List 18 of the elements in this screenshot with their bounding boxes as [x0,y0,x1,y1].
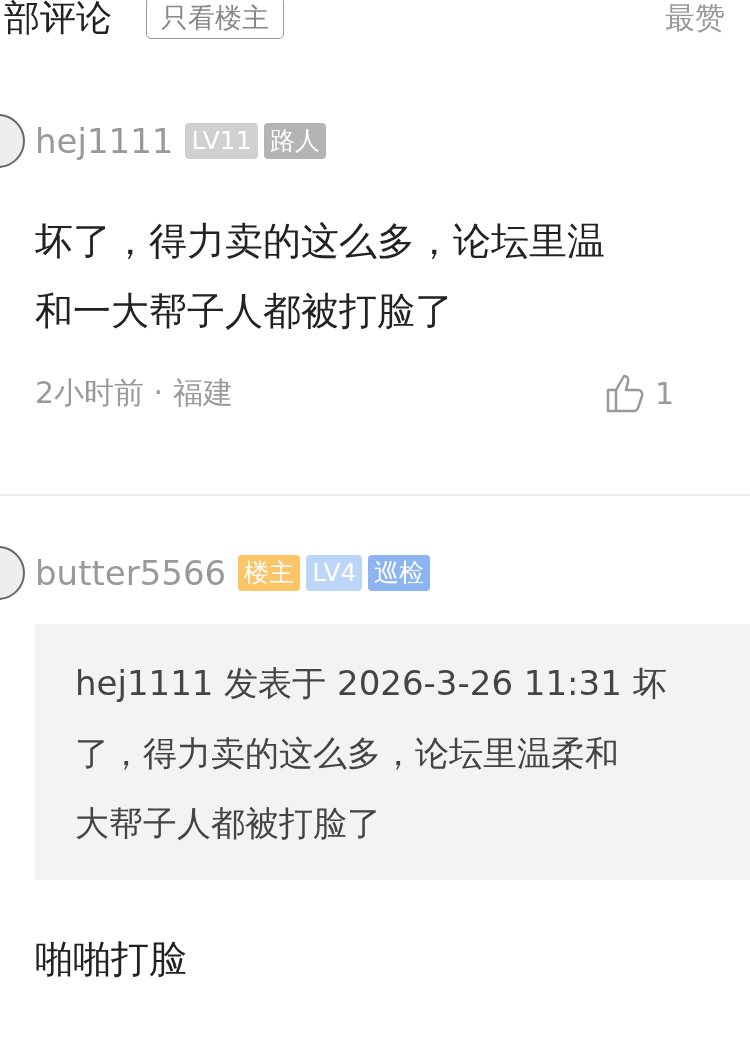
user-badge: 巡检 [368,555,431,591]
user-badge: 楼主 [238,555,301,591]
quote-text: hej1111 发表于 2026-3-26 11:31 坏 [75,662,668,705]
quote-text: 了，得力卖的这么多，论坛里温柔和 [75,732,620,775]
user-badge: 路人 [263,123,326,159]
username[interactable]: butter5566 [35,553,227,593]
thumbs-up-icon[interactable] [604,372,645,414]
user-badge: LV4 [306,555,363,591]
quote-text: 大帮子人都被打脸了 [75,802,382,845]
sort-option[interactable]: 最赞 [665,0,725,39]
section-title: 部评论 [4,0,112,40]
like-count: 1 [654,375,674,411]
username[interactable]: hej1111 [35,121,174,161]
comment-text: 坏了，得力卖的这么多，论坛里温 [35,218,606,265]
comment-text: 和一大帮子人都被打脸了 [35,288,454,335]
comment-meta: 2小时前 · 福建 [35,373,233,412]
comment-text: 啪啪打脸 [35,936,188,983]
filter-button[interactable]: 只看楼主 [146,0,284,39]
